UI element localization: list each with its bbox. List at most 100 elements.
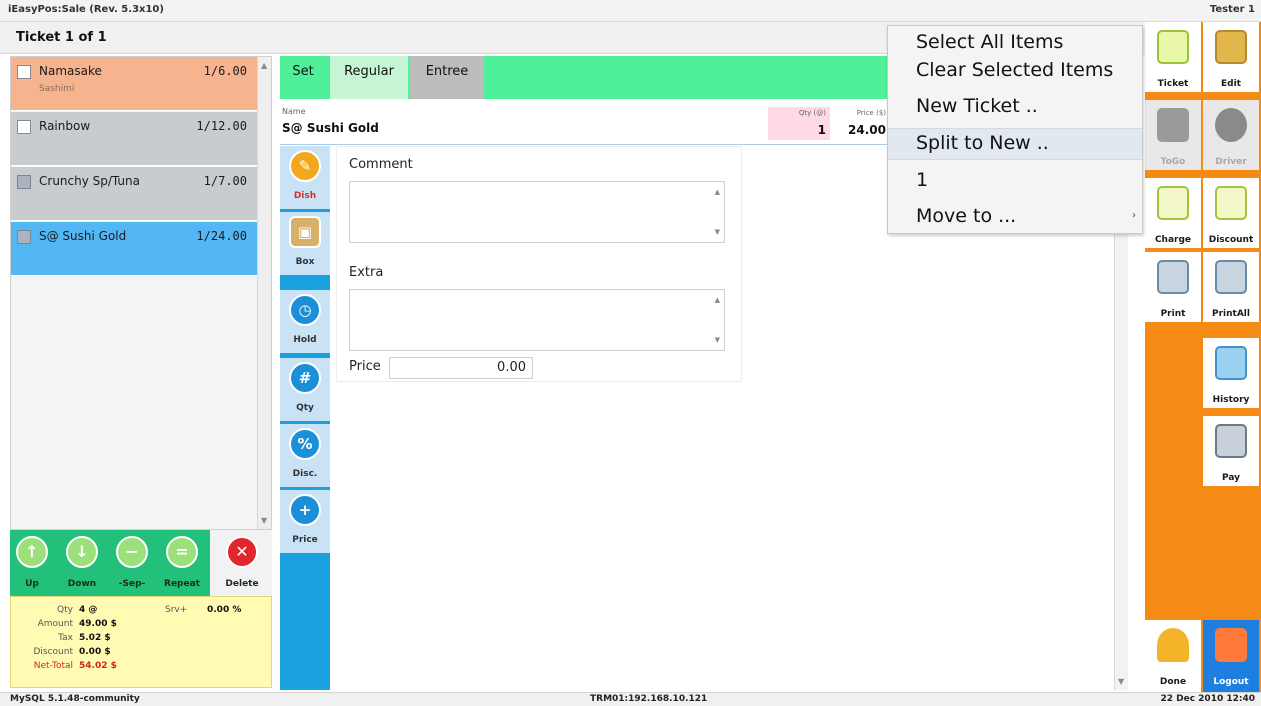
discount-minus-icon — [1215, 186, 1247, 220]
ticket-item-sushi-gold[interactable]: S@ Sushi Gold 1/24.00 — [11, 222, 257, 276]
logout-house-icon — [1215, 628, 1247, 662]
item-name: Namasake — [39, 64, 102, 78]
window-titlebar: iEasyPos:Sale (Rev. 5.3x10) Tester 1 — [0, 0, 1261, 22]
print-all-button[interactable]: PrintAll — [1203, 252, 1259, 322]
tab-set[interactable]: Set — [280, 56, 326, 99]
printer-all-icon — [1215, 260, 1247, 294]
item-action-bar: ↑ Up ↓ Down − -Sep- = Repeat ✕ Delete — [10, 530, 272, 596]
repeat-button[interactable]: = Repeat — [160, 530, 204, 596]
dish-icon: ✎ — [289, 150, 321, 182]
item-checkbox[interactable] — [17, 65, 31, 79]
right-toolbar: Ticket Edit ToGo Driver Charge Discount … — [1145, 22, 1261, 692]
datetime-status: 22 Dec 2010 12:40 — [1160, 694, 1255, 704]
bell-icon — [1157, 628, 1189, 662]
item-option-strip: ✎ Dish ▣ Box ◷ Hold # Qty % Disc. + Pric… — [280, 146, 330, 690]
item-checkbox[interactable] — [17, 230, 31, 244]
ticket-item-crunchy-sp-tuna[interactable]: Crunchy Sp/Tuna 1/7.00 — [11, 167, 257, 221]
menu-split-to-new[interactable]: Split to New .. — [888, 128, 1142, 160]
cash-register-icon — [1215, 424, 1247, 458]
window-title: iEasyPos:Sale (Rev. 5.3x10) — [8, 4, 164, 15]
separator-button[interactable]: − -Sep- — [110, 530, 154, 596]
menu-move-to[interactable]: Move to ... › — [888, 202, 1142, 234]
ticket-item-list: Namasake 1/6.00 Sashimi Rainbow 1/12.00 … — [10, 56, 272, 530]
totals-amount-row: Amount 49.00 $ — [37, 619, 117, 629]
scroll-down-arrow-icon[interactable]: ▼ — [1118, 677, 1124, 686]
minus-icon: − — [116, 536, 148, 568]
item-checkbox[interactable] — [17, 175, 31, 189]
item-name: Crunchy Sp/Tuna — [39, 174, 140, 188]
db-status: MySQL 5.1.48-community — [10, 694, 140, 704]
delete-x-icon: ✕ — [226, 536, 258, 568]
scroll-up-arrow-icon[interactable]: ▲ — [261, 61, 267, 70]
item-subtitle: Sashimi — [39, 84, 75, 94]
discount-side-button[interactable]: % Disc. — [280, 424, 330, 488]
driver-icon — [1215, 108, 1247, 142]
togo-button[interactable]: ToGo — [1145, 100, 1201, 170]
totals-net-row: Net-Total 54.02 $ — [33, 661, 117, 671]
qty-button[interactable]: # Qty — [280, 358, 330, 422]
item-qty-box[interactable]: Qty (@) 1 — [768, 107, 830, 140]
submenu-arrow-icon: › — [1132, 210, 1136, 221]
extra-textarea[interactable]: ▲ ▼ — [349, 289, 725, 351]
printer-icon — [1157, 260, 1189, 294]
charge-button[interactable]: Charge — [1145, 178, 1201, 248]
arrow-up-icon: ↑ — [16, 536, 48, 568]
discount-button[interactable]: Discount — [1203, 178, 1259, 248]
ticket-list-scrollbar[interactable]: ▲ ▼ — [257, 57, 271, 529]
scroll-down-arrow-icon[interactable]: ▼ — [715, 336, 720, 344]
plus-icon: + — [289, 494, 321, 526]
box-button[interactable]: ▣ Box — [280, 212, 330, 276]
price-input[interactable]: 0.00 — [389, 357, 533, 379]
ticket-totals: Qty 4 @ Srv+ 0.00 % Amount 49.00 $ Tax 5… — [10, 596, 272, 688]
menu-clear-selected-items[interactable]: Clear Selected Items — [888, 56, 1142, 88]
ticket-item-rainbow[interactable]: Rainbow 1/12.00 — [11, 112, 257, 166]
ticket-item-namasake[interactable]: Namasake 1/6.00 Sashimi — [11, 57, 257, 111]
menu-new-ticket[interactable]: New Ticket .. — [888, 92, 1142, 124]
tab-entree[interactable]: Entree — [410, 56, 484, 99]
print-button[interactable]: Print — [1145, 252, 1201, 322]
history-button[interactable]: History — [1203, 338, 1259, 408]
clipboard-icon — [1157, 30, 1189, 64]
item-name: S@ Sushi Gold — [39, 229, 127, 243]
scroll-down-arrow-icon[interactable]: ▼ — [261, 516, 267, 525]
down-button[interactable]: ↓ Down — [60, 530, 104, 596]
percent-icon: % — [289, 428, 321, 460]
item-qty-price: 1/6.00 — [203, 64, 247, 78]
ticket-title: Ticket 1 of 1 — [16, 30, 107, 45]
tab-regular[interactable]: Regular — [330, 56, 408, 99]
price-label: Price — [349, 359, 381, 374]
pay-button[interactable]: Pay — [1203, 416, 1259, 486]
togo-bag-icon — [1157, 108, 1189, 142]
hold-button[interactable]: ◷ Hold — [280, 290, 330, 354]
price-side-button[interactable]: + Price — [280, 490, 330, 554]
current-user: Tester 1 — [1209, 4, 1255, 15]
ticket-context-menu: Select All Items Clear Selected Items Ne… — [887, 25, 1143, 234]
edit-help-icon — [1215, 30, 1247, 64]
hold-clock-icon: ◷ — [289, 294, 321, 326]
menu-number-1[interactable]: 1 — [888, 166, 1142, 198]
item-qty-price: 1/24.00 — [196, 229, 247, 243]
item-qty-price: 1/12.00 — [196, 119, 247, 133]
driver-button[interactable]: Driver — [1203, 100, 1259, 170]
status-bar: MySQL 5.1.48-community TRM01:192.168.10.… — [0, 692, 1261, 706]
item-price-box[interactable]: Price ($) 24.00 — [830, 107, 890, 140]
scroll-up-arrow-icon[interactable]: ▲ — [715, 296, 720, 304]
comment-textarea[interactable]: ▲ ▼ — [349, 181, 725, 243]
delete-button[interactable]: ✕ Delete — [220, 530, 264, 596]
arrow-down-icon: ↓ — [66, 536, 98, 568]
done-button[interactable]: Done — [1145, 620, 1201, 692]
charge-plus-icon — [1157, 186, 1189, 220]
up-button[interactable]: ↑ Up — [10, 530, 54, 596]
scroll-down-arrow-icon[interactable]: ▼ — [715, 228, 720, 236]
edit-button[interactable]: Edit — [1203, 22, 1259, 92]
scroll-up-arrow-icon[interactable]: ▲ — [715, 188, 720, 196]
extra-label: Extra — [349, 265, 384, 280]
menu-move-to-label: Move to ... — [916, 205, 1017, 227]
comment-extra-group: Comment ▲ ▼ Extra ▲ ▼ Price 0.00 — [336, 146, 742, 382]
dish-button[interactable]: ✎ Dish — [280, 146, 330, 210]
equals-icon: = — [166, 536, 198, 568]
ticket-button[interactable]: Ticket — [1145, 22, 1201, 92]
item-checkbox[interactable] — [17, 120, 31, 134]
logout-button[interactable]: Logout — [1203, 620, 1259, 692]
service-label: Srv+ — [165, 605, 188, 615]
